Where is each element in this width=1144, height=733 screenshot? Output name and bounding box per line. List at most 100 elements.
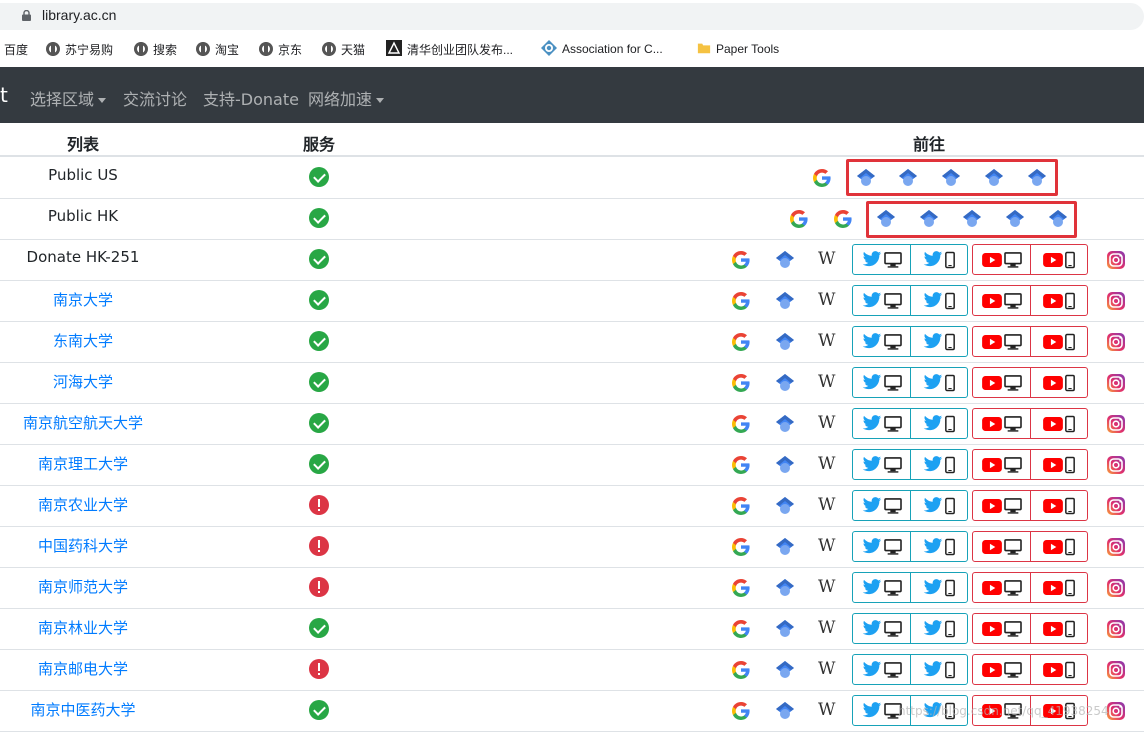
twitter-mobile-button[interactable] <box>910 286 967 315</box>
bookmark-item[interactable]: Paper Tools <box>697 40 779 58</box>
twitter-mobile-button[interactable] <box>910 655 967 684</box>
google-icon[interactable] <box>731 373 751 393</box>
navbar-brand[interactable]: t <box>0 83 8 107</box>
twitter-desktop-button[interactable] <box>853 286 910 315</box>
youtube-mobile-button[interactable] <box>1030 286 1087 315</box>
google-icon[interactable] <box>731 414 751 434</box>
google-icon[interactable] <box>731 455 751 475</box>
instagram-icon[interactable] <box>1106 537 1126 557</box>
bookmark-item[interactable]: 天猫 <box>322 40 365 58</box>
wikipedia-icon[interactable]: W <box>818 659 835 679</box>
google-icon[interactable] <box>812 168 832 188</box>
google-icon[interactable] <box>789 209 809 229</box>
twitter-mobile-button[interactable] <box>910 573 967 602</box>
twitter-desktop-button[interactable] <box>853 573 910 602</box>
school-link[interactable]: 南京林业大学 <box>0 617 166 638</box>
google-icon[interactable] <box>731 660 751 680</box>
bookmark-item[interactable]: 京东 <box>259 40 302 58</box>
youtube-desktop-button[interactable] <box>973 286 1030 315</box>
wikipedia-icon[interactable]: W <box>818 577 835 597</box>
wikipedia-icon[interactable]: W <box>818 372 835 392</box>
scholar-icon[interactable] <box>775 701 795 721</box>
instagram-icon[interactable] <box>1106 373 1126 393</box>
twitter-desktop-button[interactable] <box>853 368 910 397</box>
scholar-icon[interactable] <box>775 250 795 270</box>
instagram-icon[interactable] <box>1106 332 1126 352</box>
twitter-desktop-button[interactable] <box>853 655 910 684</box>
twitter-mobile-button[interactable] <box>910 450 967 479</box>
youtube-desktop-button[interactable] <box>973 327 1030 356</box>
youtube-mobile-button[interactable] <box>1030 368 1087 397</box>
instagram-icon[interactable] <box>1106 250 1126 270</box>
scholar-icon[interactable] <box>775 496 795 516</box>
bookmark-item[interactable]: 苏宁易购 <box>46 40 113 58</box>
scholar-icon[interactable] <box>775 619 795 639</box>
wikipedia-icon[interactable]: W <box>818 495 835 515</box>
twitter-mobile-button[interactable] <box>910 409 967 438</box>
google-icon[interactable] <box>731 291 751 311</box>
twitter-desktop-button[interactable] <box>853 245 910 274</box>
instagram-icon[interactable] <box>1106 619 1126 639</box>
youtube-desktop-button[interactable] <box>973 409 1030 438</box>
nav-donate[interactable]: 支持-Donate <box>203 86 299 110</box>
school-link[interactable]: 南京邮电大学 <box>0 658 166 679</box>
nav-network-accel[interactable]: 网络加速 <box>308 86 385 110</box>
twitter-desktop-button[interactable] <box>853 614 910 643</box>
bookmark-item[interactable]: 搜索 <box>134 40 177 58</box>
instagram-icon[interactable] <box>1106 701 1126 721</box>
wikipedia-icon[interactable]: W <box>818 249 835 269</box>
twitter-mobile-button[interactable] <box>910 327 967 356</box>
bookmark-item[interactable]: Association for C... <box>541 39 663 58</box>
twitter-mobile-button[interactable] <box>910 532 967 561</box>
wikipedia-icon[interactable]: W <box>818 331 835 351</box>
wikipedia-icon[interactable]: W <box>818 290 835 310</box>
youtube-mobile-button[interactable] <box>1030 450 1087 479</box>
google-icon[interactable] <box>731 332 751 352</box>
instagram-icon[interactable] <box>1106 414 1126 434</box>
school-link[interactable]: 南京中医药大学 <box>0 699 166 720</box>
scholar-icon[interactable] <box>775 537 795 557</box>
google-icon[interactable] <box>731 701 751 721</box>
youtube-mobile-button[interactable] <box>1030 532 1087 561</box>
nav-discussion[interactable]: 交流讨论 <box>123 86 187 110</box>
youtube-desktop-button[interactable] <box>973 245 1030 274</box>
school-link[interactable]: 河海大学 <box>0 371 166 392</box>
instagram-icon[interactable] <box>1106 578 1126 598</box>
instagram-icon[interactable] <box>1106 496 1126 516</box>
school-link[interactable]: 南京理工大学 <box>0 453 166 474</box>
youtube-mobile-button[interactable] <box>1030 327 1087 356</box>
youtube-mobile-button[interactable] <box>1030 614 1087 643</box>
scholar-icon[interactable] <box>775 660 795 680</box>
twitter-desktop-button[interactable] <box>853 532 910 561</box>
twitter-desktop-button[interactable] <box>853 327 910 356</box>
google-icon[interactable] <box>731 619 751 639</box>
youtube-desktop-button[interactable] <box>973 573 1030 602</box>
bookmark-item[interactable]: 淘宝 <box>196 40 239 58</box>
google-icon[interactable] <box>731 578 751 598</box>
instagram-icon[interactable] <box>1106 455 1126 475</box>
bookmark-item[interactable]: 清华创业团队发布... <box>386 39 513 58</box>
twitter-mobile-button[interactable] <box>910 491 967 520</box>
google-icon[interactable] <box>833 209 853 229</box>
twitter-desktop-button[interactable] <box>853 409 910 438</box>
nav-select-region[interactable]: 选择区域 <box>30 86 107 110</box>
instagram-icon[interactable] <box>1106 291 1126 311</box>
google-icon[interactable] <box>731 250 751 270</box>
youtube-desktop-button[interactable] <box>973 491 1030 520</box>
wikipedia-icon[interactable]: W <box>818 413 835 433</box>
school-link[interactable]: 南京农业大学 <box>0 494 166 515</box>
wikipedia-icon[interactable]: W <box>818 700 835 720</box>
youtube-desktop-button[interactable] <box>973 532 1030 561</box>
scholar-icon[interactable] <box>775 414 795 434</box>
google-icon[interactable] <box>731 537 751 557</box>
twitter-mobile-button[interactable] <box>910 614 967 643</box>
scholar-icon[interactable] <box>775 291 795 311</box>
youtube-mobile-button[interactable] <box>1030 491 1087 520</box>
youtube-desktop-button[interactable] <box>973 450 1030 479</box>
twitter-mobile-button[interactable] <box>910 245 967 274</box>
youtube-mobile-button[interactable] <box>1030 655 1087 684</box>
youtube-mobile-button[interactable] <box>1030 573 1087 602</box>
bookmark-item[interactable]: 百度 <box>4 40 28 58</box>
wikipedia-icon[interactable]: W <box>818 454 835 474</box>
school-link[interactable]: 南京师范大学 <box>0 576 166 597</box>
